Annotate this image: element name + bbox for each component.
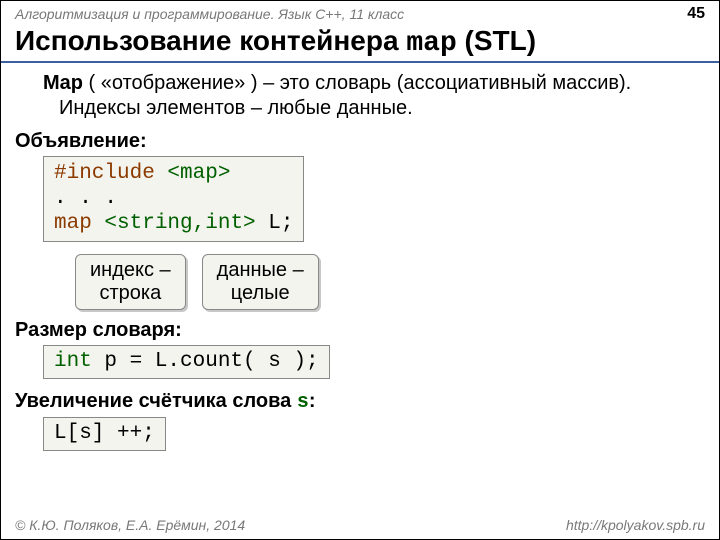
size-label: Размер словаря: — [15, 318, 705, 343]
code-ellipsis: . . . — [54, 187, 117, 210]
copyright: © К.Ю. Поляков, Е.А. Ерёмин, 2014 — [15, 517, 245, 533]
increment-label-b: : — [309, 390, 316, 412]
slide-footer: © К.Ю. Поляков, Е.А. Ерёмин, 2014 http:/… — [1, 517, 719, 533]
callout-data-text: данные – целые — [217, 259, 304, 304]
declaration-label: Объявление: — [15, 129, 705, 154]
type-callouts: индекс – строка данные – целые — [75, 254, 705, 310]
intro-bold: Map — [43, 72, 83, 94]
course-label: Алгоритмизация и программирование. Язык … — [15, 6, 404, 22]
size-code-rest: p = L.count( s ); — [92, 350, 319, 373]
increment-code: L[s] ++; — [43, 417, 166, 451]
code-map-var: L; — [256, 212, 294, 235]
increment-label-s: s — [297, 391, 309, 414]
callout-index: индекс – строка — [75, 254, 186, 310]
code-map-types: <string,int> — [104, 212, 255, 235]
code-include-header: <map> — [167, 162, 230, 185]
increment-label: Увеличение счётчика слова s: — [15, 389, 705, 415]
intro-text: ( «отображение» ) – это словарь (ассоциа… — [59, 72, 631, 119]
code-map-kw: map — [54, 212, 104, 235]
footer-url: http://kpolyakov.spb.ru — [566, 517, 705, 533]
title-mono: map — [406, 28, 456, 59]
code-include-kw: #include — [54, 162, 167, 185]
slide-header: Алгоритмизация и программирование. Язык … — [1, 1, 719, 23]
callout-data: данные – целые — [202, 254, 319, 310]
size-code: int p = L.count( s ); — [43, 345, 330, 379]
callout-index-text: индекс – строка — [90, 259, 171, 304]
slide-title: Использование контейнера map (STL) — [1, 23, 719, 63]
intro-paragraph: Map ( «отображение» ) – это словарь (асс… — [31, 71, 705, 121]
declaration-code: #include <map> . . . map <string,int> L; — [43, 156, 304, 242]
title-prefix: Использование контейнера — [15, 25, 406, 56]
increment-label-a: Увеличение счётчика слова — [15, 390, 297, 412]
size-code-kw: int — [54, 350, 92, 373]
title-suffix: (STL) — [457, 25, 536, 56]
slide-content: Map ( «отображение» ) – это словарь (асс… — [1, 71, 719, 455]
page-number: 45 — [687, 5, 705, 23]
